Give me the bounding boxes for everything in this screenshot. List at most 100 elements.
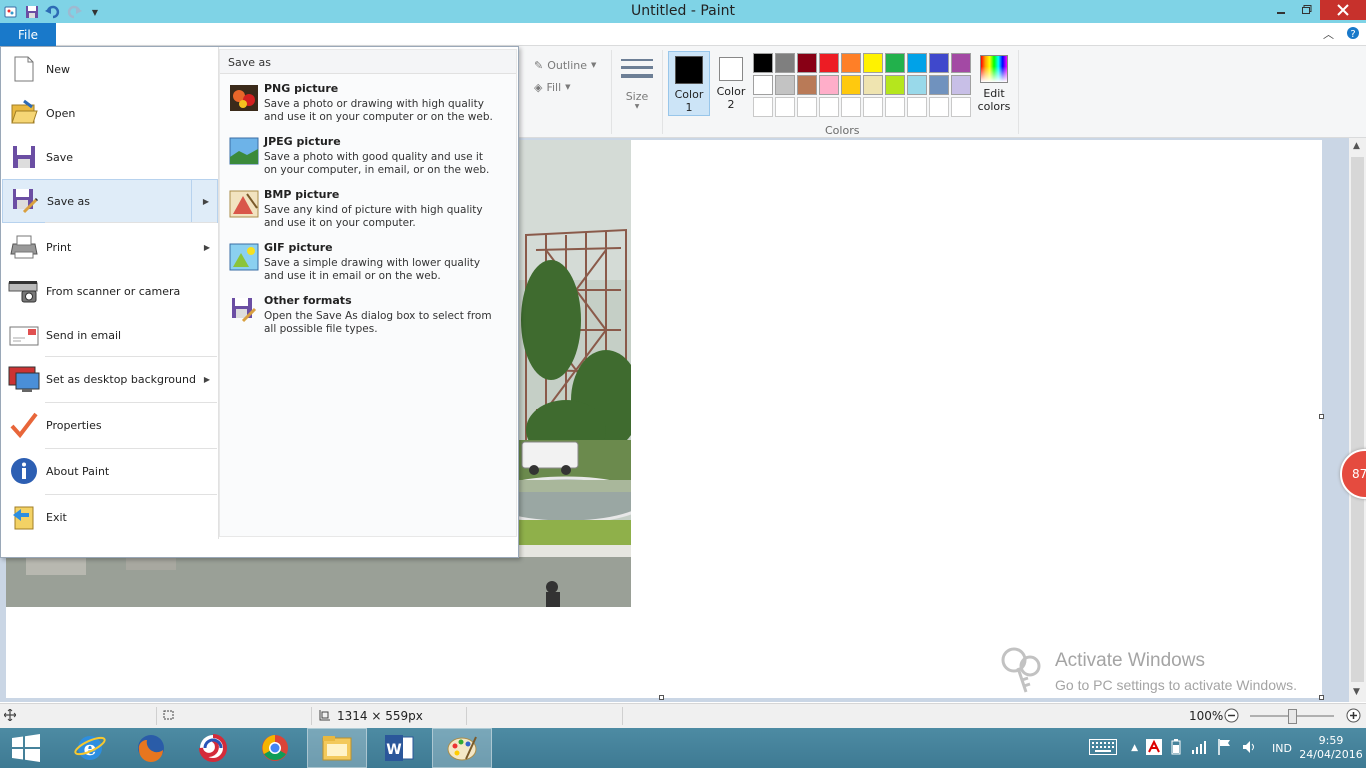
description-line-1: Save a photo or drawing with high qualit…: [264, 98, 484, 110]
palette-color-swatch[interactable]: [885, 75, 905, 95]
chevron-down-icon: ▼: [565, 83, 571, 91]
clock-date: 24/04/2016: [1299, 748, 1363, 761]
palette-color-swatch[interactable]: [929, 75, 949, 95]
palette-color-swatch[interactable]: [819, 53, 839, 73]
vertical-scrollbar[interactable]: ▲ ▼: [1349, 138, 1366, 702]
palette-custom-slot[interactable]: [841, 97, 861, 117]
input-language[interactable]: IND: [1272, 742, 1292, 755]
resize-handle-corner[interactable]: [1319, 695, 1324, 700]
restore-button[interactable]: [1294, 0, 1320, 20]
taskbar-chrome[interactable]: [245, 728, 305, 768]
palette-custom-slot[interactable]: [863, 97, 883, 117]
save-as-option-bmp-picture[interactable]: BMP picture Save any kind of picture with…: [224, 184, 512, 234]
keyboard-icon[interactable]: [1089, 738, 1118, 758]
divider: [45, 402, 217, 403]
battery-icon[interactable]: [1170, 738, 1182, 758]
file-menu-new[interactable]: New: [2, 47, 218, 91]
palette-color-swatch[interactable]: [753, 75, 773, 95]
palette-custom-slot[interactable]: [753, 97, 773, 117]
file-menu-about-paint[interactable]: About Paint: [2, 449, 218, 493]
file-menu-commands: New Open Save Save as ▶ Print ▶ From scanner or…: [1, 47, 218, 557]
file-menu-send-in-email[interactable]: Send in email: [2, 313, 218, 357]
save-as-option-jpeg-picture[interactable]: JPEG picture Save a photo with good quali…: [224, 131, 512, 181]
save-as-option-name: Other formats: [264, 294, 352, 307]
network-signal-icon[interactable]: [1192, 740, 1208, 757]
fill-dropdown[interactable]: ◈ Fill ▼: [534, 76, 596, 98]
save-as-option-gif-picture[interactable]: GIF picture Save a simple drawing with lo…: [224, 237, 512, 287]
palette-custom-slot[interactable]: [797, 97, 817, 117]
file-menu-set-as-desktop-background[interactable]: Set as desktop background ▶: [2, 357, 218, 401]
taskbar-file-explorer[interactable]: [307, 728, 367, 768]
zoom-slider-thumb[interactable]: [1288, 709, 1297, 724]
outline-dropdown[interactable]: ✎ Outline ▼: [534, 54, 596, 76]
divider: [311, 707, 312, 725]
palette-color-swatch[interactable]: [841, 75, 861, 95]
resize-handle-right[interactable]: [1319, 414, 1324, 419]
antivirus-icon[interactable]: [1146, 738, 1163, 758]
palette-color-swatch[interactable]: [797, 53, 817, 73]
taskbar-browser-app[interactable]: [183, 728, 243, 768]
palette-color-swatch[interactable]: [841, 53, 861, 73]
description-line-1: Open the Save As dialog box to select fr…: [264, 310, 492, 322]
palette-color-swatch[interactable]: [951, 75, 971, 95]
divider: [611, 50, 612, 134]
resize-handle-bottom[interactable]: [659, 695, 664, 700]
taskbar-internet-explorer[interactable]: e: [60, 728, 120, 768]
palette-color-swatch[interactable]: [907, 75, 927, 95]
file-tab[interactable]: File: [0, 23, 56, 46]
close-button[interactable]: [1320, 0, 1366, 20]
description-line-2: and use it on your computer.: [264, 217, 416, 229]
palette-color-swatch[interactable]: [863, 75, 883, 95]
collapse-ribbon-icon[interactable]: ︿: [1323, 26, 1334, 43]
minimize-button[interactable]: [1268, 0, 1294, 20]
file-menu-from-scanner-or-camera[interactable]: From scanner or camera: [2, 269, 218, 313]
palette-color-swatch[interactable]: [885, 53, 905, 73]
palette-custom-slot[interactable]: [929, 97, 949, 117]
palette-color-swatch[interactable]: [907, 53, 927, 73]
help-icon[interactable]: ?: [1346, 26, 1360, 43]
chevron-down-icon: ▼: [634, 103, 640, 110]
palette-color-swatch[interactable]: [863, 53, 883, 73]
color-2-button[interactable]: Color 2: [710, 51, 752, 116]
taskbar-paint[interactable]: [432, 728, 492, 768]
edit-colors-button[interactable]: Edit colors: [975, 55, 1013, 113]
palette-custom-slot[interactable]: [951, 97, 971, 117]
taskbar-word[interactable]: W: [369, 728, 429, 768]
save-as-option-png-picture[interactable]: PNG picture Save a photo or drawing with …: [224, 78, 512, 128]
file-menu-print[interactable]: Print ▶: [2, 225, 218, 269]
divider: [45, 222, 217, 223]
scroll-down-icon[interactable]: ▼: [1353, 687, 1360, 697]
palette-custom-slot[interactable]: [775, 97, 795, 117]
start-button[interactable]: [0, 728, 52, 768]
palette-color-swatch[interactable]: [775, 75, 795, 95]
clock[interactable]: 9:59 24/04/2016: [1296, 734, 1366, 762]
divider: [622, 707, 623, 725]
palette-color-swatch[interactable]: [797, 75, 817, 95]
file-menu-open[interactable]: Open: [2, 91, 218, 135]
palette-color-swatch[interactable]: [929, 53, 949, 73]
action-center-flag-icon[interactable]: [1218, 738, 1232, 758]
color-2-number: 2: [727, 98, 735, 111]
file-menu-footer: [1, 539, 518, 557]
show-hidden-icons-icon[interactable]: ▲: [1131, 743, 1138, 753]
file-menu-save[interactable]: Save: [2, 135, 218, 179]
zoom-in-button[interactable]: [1346, 708, 1361, 723]
file-menu-properties[interactable]: Properties: [2, 403, 218, 447]
palette-color-swatch[interactable]: [753, 53, 773, 73]
palette-custom-slot[interactable]: [819, 97, 839, 117]
palette-color-swatch[interactable]: [951, 53, 971, 73]
volume-icon[interactable]: [1242, 740, 1258, 757]
taskbar-firefox[interactable]: [121, 728, 181, 768]
zoom-out-button[interactable]: [1224, 708, 1239, 723]
palette-custom-slot[interactable]: [907, 97, 927, 117]
file-menu-exit[interactable]: Exit: [2, 495, 218, 539]
palette-custom-slot[interactable]: [885, 97, 905, 117]
size-button[interactable]: Size ▼: [620, 54, 654, 110]
color-1-button[interactable]: Color 1: [668, 51, 710, 116]
scrollbar-thumb[interactable]: [1351, 157, 1364, 682]
scroll-up-icon[interactable]: ▲: [1353, 141, 1360, 151]
palette-color-swatch[interactable]: [775, 53, 795, 73]
save-as-option-other-formats[interactable]: Other formats Open the Save As dialog box…: [224, 290, 512, 340]
file-menu-save-as[interactable]: Save as ▶: [2, 179, 218, 223]
palette-color-swatch[interactable]: [819, 75, 839, 95]
